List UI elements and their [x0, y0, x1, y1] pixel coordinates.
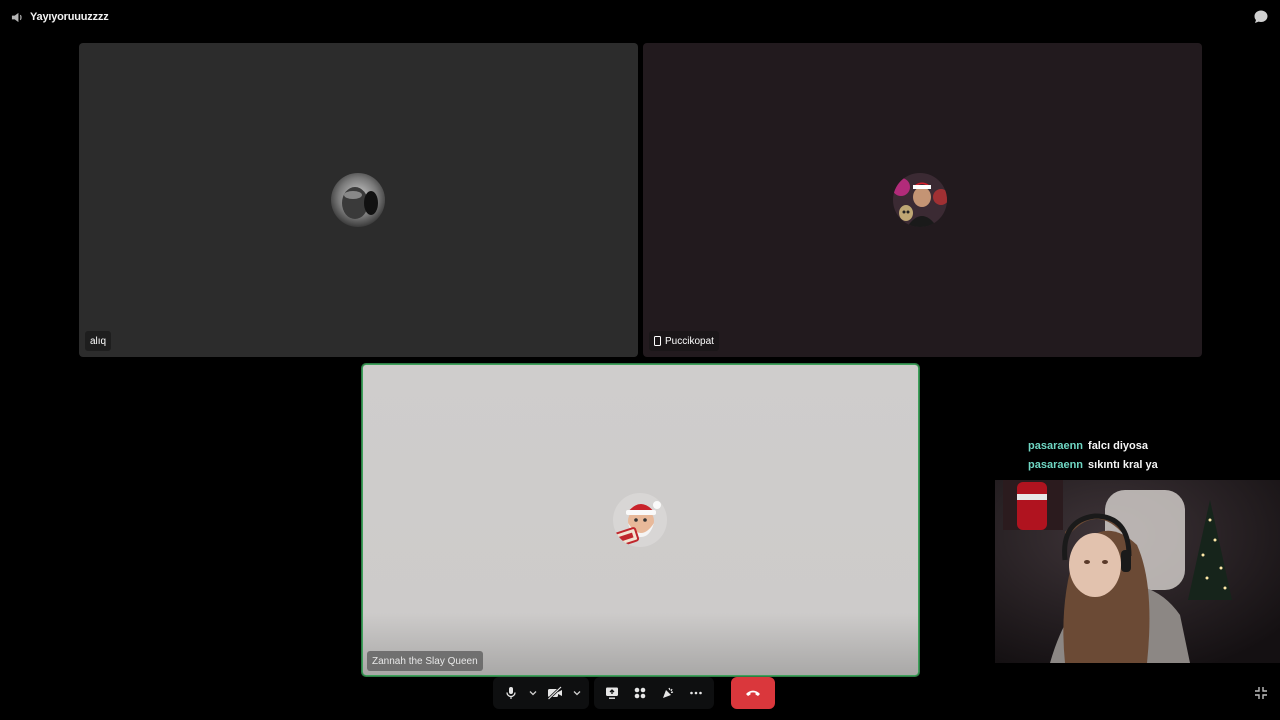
microphone-icon — [506, 687, 516, 699]
voice-channel-view: Yayıyoruuuzzzz alıq Puccikopat Zannah th… — [0, 0, 1280, 720]
chat-text: falcı diyosa — [1088, 439, 1148, 452]
activities-icon — [634, 687, 646, 699]
participant-name: Zannah the Slay Queen — [372, 655, 478, 667]
chat-bubble-icon[interactable] — [1253, 9, 1269, 25]
participant-nametag: alıq — [85, 331, 112, 351]
channel-name: Yayıyoruuuzzzz — [30, 11, 109, 23]
channel-title: Yayıyoruuuzzzz — [11, 9, 109, 25]
mute-button[interactable] — [497, 679, 525, 707]
soundboard-button[interactable] — [654, 679, 682, 707]
disconnect-button[interactable] — [731, 677, 775, 709]
activities-button[interactable] — [626, 679, 654, 707]
participant-nametag: Zannah the Slay Queen — [367, 651, 483, 671]
chevron-down-icon — [529, 691, 537, 696]
chat-message: pasaraenn sıkıntı kral ya — [1028, 455, 1278, 474]
avatar — [893, 173, 947, 227]
chat-text: sıkıntı kral ya — [1088, 458, 1158, 471]
header-bar: Yayıyoruuuzzzz — [0, 0, 1280, 34]
stream-chat-overlay: pasaraenn falcı diyosa pasaraenn sıkıntı… — [1028, 436, 1278, 474]
chevron-down-icon — [573, 691, 581, 696]
more-icon — [690, 691, 702, 695]
participant-tile-puccikopat[interactable]: Puccikopat — [643, 43, 1202, 357]
soundboard-icon — [663, 687, 674, 698]
video-options-dropdown[interactable] — [569, 679, 585, 707]
chat-message: pasaraenn falcı diyosa — [1028, 436, 1278, 455]
phone-hangup-icon — [746, 690, 760, 696]
participant-tile-zannah[interactable]: Zannah the Slay Queen — [362, 364, 919, 676]
participant-nametag: Puccikopat — [649, 331, 719, 351]
speaker-icon — [11, 12, 22, 22]
webcam-overlay — [995, 480, 1280, 663]
mobile-phone-icon — [654, 336, 661, 346]
chat-username: pasaraenn — [1028, 439, 1084, 452]
audio-options-dropdown[interactable] — [525, 679, 541, 707]
camera-button[interactable] — [541, 679, 569, 707]
participant-tile-aliq[interactable]: alıq — [79, 43, 638, 357]
audio-video-controls — [493, 677, 589, 709]
screen-share-button[interactable] — [598, 679, 626, 707]
chat-username: pasaraenn — [1028, 458, 1084, 471]
avatar — [331, 173, 385, 227]
collapse-icon[interactable] — [1253, 685, 1269, 701]
participant-name: alıq — [90, 335, 107, 347]
activity-controls — [594, 677, 714, 709]
screen-share-icon — [606, 687, 618, 699]
avatar — [613, 493, 667, 547]
more-options-button[interactable] — [682, 679, 710, 707]
camera-off-icon — [547, 686, 562, 700]
participant-name: Puccikopat — [665, 335, 714, 347]
